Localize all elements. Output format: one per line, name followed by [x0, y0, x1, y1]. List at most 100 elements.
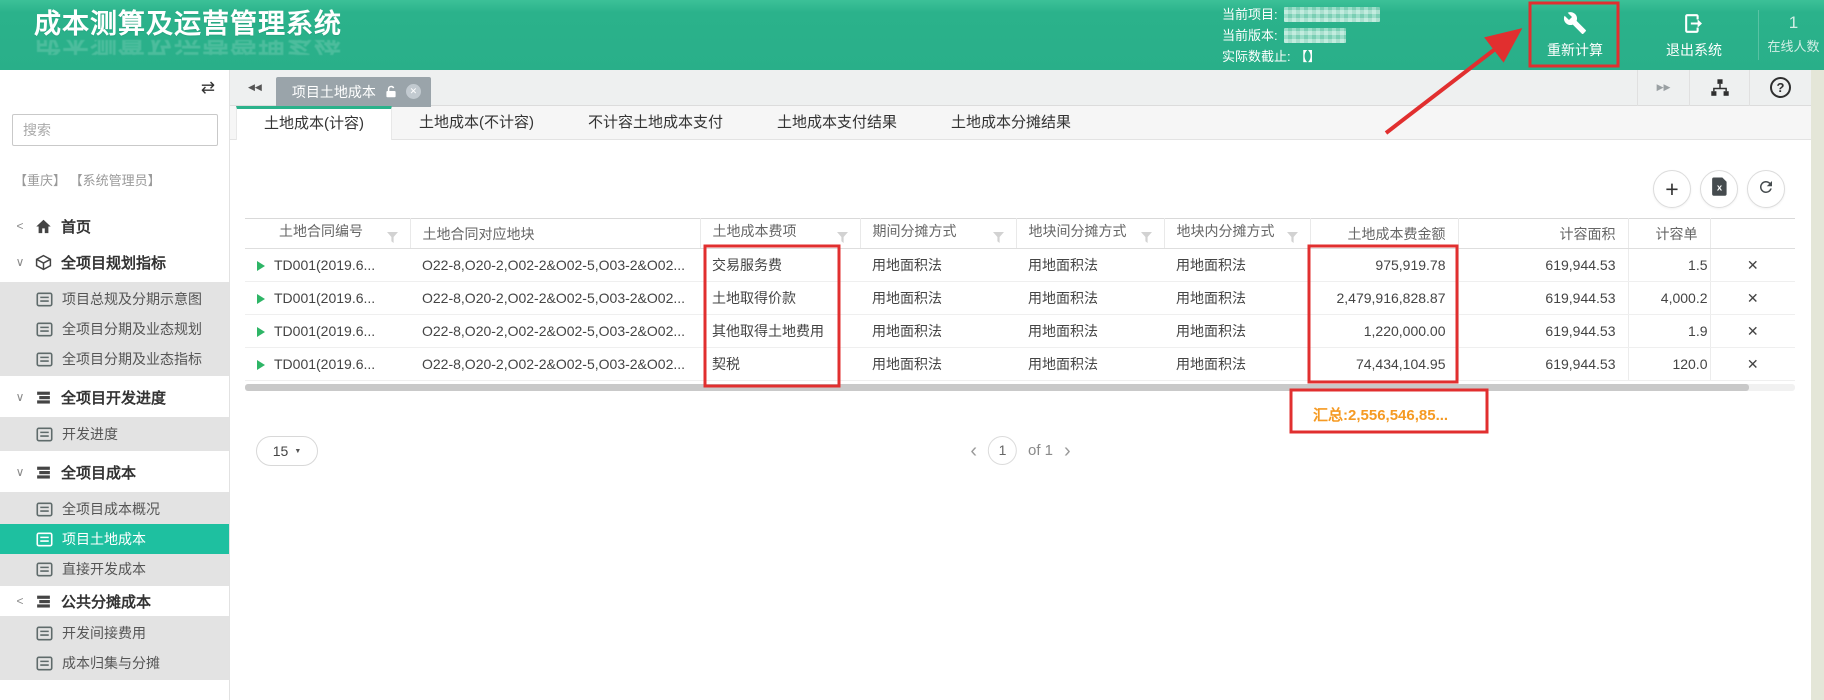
sidebar-subgroup: 开发间接费用 成本归集与分摊: [0, 616, 229, 680]
tab-strip-right-tools: ▶▶ ?: [1637, 69, 1811, 106]
cell-between-method: 用地面积法: [1016, 314, 1164, 348]
tabs-scroll-left-icon[interactable]: ◀◀: [248, 82, 262, 93]
delete-row-button[interactable]: ✕: [1709, 248, 1795, 282]
document-icon: [36, 501, 53, 518]
sidebar-item-label: 项目总规及分期示意图: [62, 291, 202, 307]
sidebar-item-direct-dev-cost[interactable]: 直接开发成本: [0, 554, 229, 584]
col-header-actions: [1710, 218, 1795, 249]
tab-noncountable-land-cost-payment[interactable]: 不计容土地成本支付: [561, 106, 750, 139]
sidebar-item-master-plan-sketch[interactable]: 项目总规及分期示意图: [0, 284, 229, 314]
main-content: ◀◀ 项目土地成本 ✕ ▶▶ ? 土地成本(计容) 土地成本(不计容) 不计容土…: [230, 69, 1811, 700]
sidebar-group-planning-indicators[interactable]: ∨ 全项目规划指标: [0, 247, 229, 277]
expand-row-icon[interactable]: [257, 327, 265, 338]
tab-land-cost-allocation-result[interactable]: 土地成本分摊结果: [924, 106, 1098, 139]
horizontal-scrollbar[interactable]: [245, 384, 1795, 391]
document-icon: [36, 531, 53, 548]
scrollbar-thumb[interactable]: [245, 384, 1749, 391]
cell-parcel: O22-8,O20-2,O02-2&O02-5,O03-2&O02...: [410, 281, 700, 315]
sidebar-group-shared-cost[interactable]: < 公共分摊成本: [0, 586, 229, 616]
table-row: TD001(2019.6... O22-8,O20-2,O02-2&O02-5,…: [245, 248, 1795, 282]
col-header-amount[interactable]: 土地成本费金额: [1310, 218, 1459, 249]
document-icon: [36, 655, 53, 672]
tab-land-cost-countable[interactable]: 土地成本(计容): [236, 106, 392, 140]
prev-page-icon[interactable]: ‹: [970, 441, 977, 461]
unlock-icon[interactable]: [384, 85, 398, 99]
table-header-row: 土地合同编号 土地合同对应地块 土地成本费项 期间分摊方式 地块间分摊方式 地块…: [245, 218, 1795, 249]
cell-parcel: O22-8,O20-2,O02-2&O02-5,O03-2&O02...: [410, 314, 700, 348]
col-header-countable-area[interactable]: 计容面积: [1458, 218, 1629, 249]
sidebar-item-home[interactable]: < 首页: [0, 211, 229, 241]
recalculate-label: 重新计算: [1547, 42, 1603, 58]
sidebar-group-project-cost[interactable]: ∨ 全项目成本: [0, 457, 229, 487]
close-tab-icon[interactable]: ✕: [405, 84, 421, 99]
cell-amount: 1,220,000.00: [1310, 314, 1458, 348]
window-tab-strip: ◀◀ 项目土地成本 ✕ ▶▶ ?: [230, 69, 1811, 107]
vertical-scrollbar[interactable]: [1811, 70, 1824, 700]
add-row-button[interactable]: +: [1653, 170, 1691, 208]
sidebar-item-phase-format-planning[interactable]: 全项目分期及业态规划: [0, 314, 229, 344]
sidebar-search-input[interactable]: [12, 114, 218, 146]
logout-button[interactable]: 退出系统: [1658, 9, 1730, 60]
tab-land-cost-noncountable[interactable]: 土地成本(不计容): [392, 106, 561, 139]
sidebar-item-dev-progress[interactable]: 开发进度: [0, 419, 229, 449]
filter-icon[interactable]: [1140, 230, 1152, 246]
filter-icon[interactable]: [1286, 230, 1298, 246]
sitemap-icon[interactable]: [1689, 69, 1749, 106]
window-tab-project-land-cost[interactable]: 项目土地成本 ✕: [275, 76, 431, 107]
help-button[interactable]: ?: [1749, 69, 1811, 106]
col-header-contract-no[interactable]: 土地合同编号: [245, 218, 411, 249]
sidebar-menu: < 首页 ∨ 全项目规划指标 项目总规及分期示意图 全项目分期及业态规划 全项目…: [0, 211, 229, 680]
sidebar-item-label: 成本归集与分摊: [62, 655, 160, 671]
cell-unit-price: 1.5: [1627, 248, 1710, 282]
expand-row-icon[interactable]: [257, 261, 265, 272]
sidebar-collapse-icon[interactable]: ⇄: [201, 79, 215, 97]
cell-contract: TD001(2019.6...: [274, 323, 376, 339]
sidebar-group-dev-progress[interactable]: ∨ 全项目开发进度: [0, 382, 229, 412]
table-row: TD001(2019.6... O22-8,O20-2,O02-2&O02-5,…: [245, 347, 1795, 381]
delete-row-button[interactable]: ✕: [1709, 314, 1795, 348]
current-version-value-redacted: [1283, 28, 1346, 43]
filter-icon[interactable]: [386, 230, 398, 246]
export-excel-button[interactable]: x: [1700, 170, 1738, 208]
page-size-select[interactable]: 15 ▼: [256, 436, 318, 466]
chevron-down-icon: ∨: [15, 255, 25, 269]
online-users-count: 1: [1788, 13, 1799, 32]
current-version-label: 当前版本:: [1222, 28, 1278, 43]
expand-row-icon[interactable]: [257, 360, 265, 371]
cell-cost-item: 土地取得价款: [700, 281, 860, 315]
col-header-period-method[interactable]: 期间分摊方式: [860, 218, 1017, 249]
sidebar-item-phase-format-indicators[interactable]: 全项目分期及业态指标: [0, 344, 229, 374]
sidebar-item-indirect-dev-cost[interactable]: 开发间接费用: [0, 618, 229, 648]
cell-period-method: 用地面积法: [860, 248, 1016, 282]
col-header-within-parcel-method[interactable]: 地块内分摊方式: [1164, 218, 1311, 249]
col-header-cost-item[interactable]: 土地成本费项: [700, 218, 861, 249]
window-tab-label: 项目土地成本: [291, 83, 376, 100]
sidebar-item-label: 公共分摊成本: [61, 593, 152, 611]
sidebar-header: ⇄: [0, 70, 229, 106]
col-header-between-parcel-method[interactable]: 地块间分摊方式: [1016, 218, 1165, 249]
delete-row-button[interactable]: ✕: [1709, 347, 1795, 381]
current-page[interactable]: 1: [987, 436, 1017, 465]
sidebar-item-project-land-cost[interactable]: 项目土地成本: [0, 524, 229, 554]
col-header-unit-price[interactable]: 计容单: [1628, 218, 1711, 249]
sidebar-item-label: 全项目规划指标: [61, 254, 167, 272]
filter-icon[interactable]: [836, 230, 848, 246]
sidebar-item-cost-overview[interactable]: 全项目成本概况: [0, 494, 229, 524]
expand-row-icon[interactable]: [257, 294, 265, 305]
help-icon: ?: [1770, 77, 1791, 98]
refresh-button[interactable]: [1747, 170, 1785, 208]
sidebar-item-cost-collection-allocation[interactable]: 成本归集与分摊: [0, 648, 229, 678]
cell-area: 619,944.53: [1457, 347, 1628, 381]
sidebar-subgroup: 全项目成本概况 项目土地成本 直接开发成本: [0, 492, 229, 586]
chevron-left-icon: <: [16, 594, 24, 608]
document-icon: [36, 291, 53, 308]
col-header-parcel[interactable]: 土地合同对应地块: [410, 218, 701, 249]
cell-unit-price: 120.0: [1627, 347, 1710, 381]
recalculate-button[interactable]: 重新计算: [1540, 9, 1610, 60]
tabs-scroll-right-icon[interactable]: ▶▶: [1637, 69, 1689, 106]
tab-land-cost-payment-result[interactable]: 土地成本支付结果: [750, 106, 924, 139]
next-page-icon[interactable]: ›: [1064, 441, 1071, 461]
delete-row-button[interactable]: ✕: [1709, 281, 1795, 315]
app-title: 成本测算及运营管理系统: [34, 9, 342, 39]
filter-icon[interactable]: [992, 230, 1004, 246]
